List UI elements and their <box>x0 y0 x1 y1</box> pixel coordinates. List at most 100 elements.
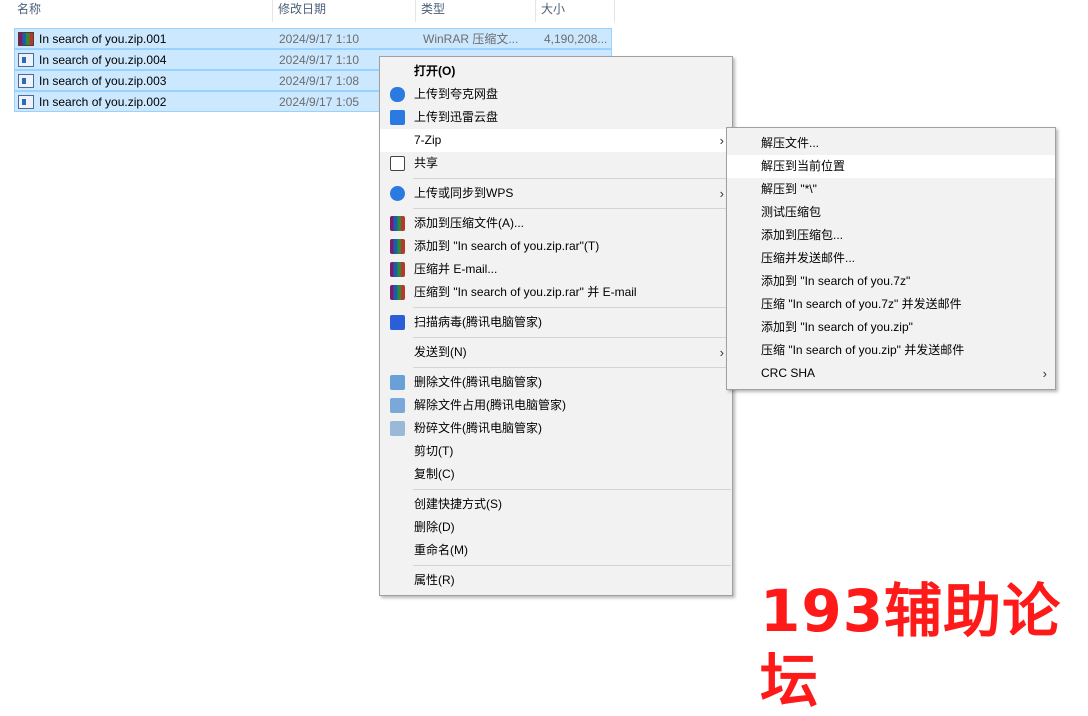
menu-label: 添加到 "In search of you.zip" <box>761 320 913 334</box>
menu-separator <box>413 307 731 308</box>
shred-file-icon <box>390 421 405 436</box>
column-divider[interactable] <box>535 0 536 22</box>
file-date: 2024/9/17 1:10 <box>279 53 360 67</box>
chevron-right-icon: › <box>719 345 724 360</box>
context-menu: 打开(O) 上传到夸克网盘 上传到迅雷云盘 7-Zip › 共享 上传或同步到W… <box>379 56 733 596</box>
menu-separator <box>413 565 731 566</box>
menu-label: 解除文件占用(腾讯电脑管家) <box>414 398 566 412</box>
menu-label: 共享 <box>414 156 439 170</box>
menu-item-delete-file-tx[interactable]: 删除文件(腾讯电脑管家) <box>380 371 732 394</box>
chevron-right-icon: › <box>719 186 724 201</box>
zip-part-icon <box>18 95 34 109</box>
column-date-modified[interactable]: 修改日期 <box>274 0 326 20</box>
column-divider[interactable] <box>415 0 416 22</box>
wps-cloud-icon <box>390 186 405 201</box>
column-type[interactable]: 类型 <box>417 0 445 20</box>
menu-item-7zip[interactable]: 7-Zip › <box>380 129 732 152</box>
menu-item-delete[interactable]: 删除(D) <box>380 516 732 539</box>
menu-item-extract-to[interactable]: 解压到 "*\" <box>727 178 1055 201</box>
menu-separator <box>413 208 731 209</box>
menu-item-open[interactable]: 打开(O) <box>380 60 732 83</box>
menu-label: 重命名(M) <box>414 543 468 557</box>
menu-item-compress-7z-email[interactable]: 压缩 "In search of you.7z" 并发送邮件 <box>727 293 1055 316</box>
submenu-7zip: 解压文件... 解压到当前位置 解压到 "*\" 测试压缩包 添加到压缩包...… <box>726 127 1056 390</box>
menu-item-scan-virus[interactable]: 扫描病毒(腾讯电脑管家) <box>380 311 732 334</box>
menu-item-extract-files[interactable]: 解压文件... <box>727 132 1055 155</box>
share-icon <box>390 156 405 171</box>
chevron-right-icon: › <box>719 133 724 148</box>
watermark: 193辅助论坛 <box>760 577 1062 715</box>
menu-separator <box>413 489 731 490</box>
file-name: In search of you.zip.001 <box>39 32 167 46</box>
menu-item-add-to-archive[interactable]: 添加到压缩包... <box>727 224 1055 247</box>
menu-item-crc-sha[interactable]: CRC SHA › <box>727 362 1055 385</box>
menu-item-wps-sync[interactable]: 上传或同步到WPS › <box>380 182 732 205</box>
menu-label: 属性(R) <box>414 573 455 587</box>
menu-item-upload-quark[interactable]: 上传到夸克网盘 <box>380 83 732 106</box>
menu-label: 打开(O) <box>414 64 456 78</box>
menu-label: 上传到夸克网盘 <box>414 87 499 101</box>
column-name[interactable]: 名称 <box>13 0 41 20</box>
menu-label: 压缩到 "In search of you.zip.rar" 并 E-mail <box>414 285 637 299</box>
menu-item-send-to[interactable]: 发送到(N) › <box>380 341 732 364</box>
column-header: 名称 修改日期 类型 大小 <box>0 0 620 22</box>
menu-item-compress-zip-email[interactable]: 压缩 "In search of you.zip" 并发送邮件 <box>727 339 1055 362</box>
menu-item-copy[interactable]: 复制(C) <box>380 463 732 486</box>
file-name: In search of you.zip.003 <box>39 74 167 88</box>
menu-label: 粉碎文件(腾讯电脑管家) <box>414 421 542 435</box>
menu-label: 删除文件(腾讯电脑管家) <box>414 375 542 389</box>
unlock-file-icon <box>390 398 405 413</box>
menu-label: CRC SHA <box>761 366 816 380</box>
winrar-icon <box>390 285 405 300</box>
menu-label: 删除(D) <box>414 520 455 534</box>
menu-label: 上传到迅雷云盘 <box>414 110 499 124</box>
column-divider[interactable] <box>272 0 273 22</box>
menu-label: 解压到 "*\" <box>761 182 817 196</box>
menu-label: 解压文件... <box>761 136 820 150</box>
menu-item-create-shortcut[interactable]: 创建快捷方式(S) <box>380 493 732 516</box>
file-size: 4,190,208... <box>544 32 608 46</box>
menu-item-add-to-rar[interactable]: 添加到 "In search of you.zip.rar"(T) <box>380 235 732 258</box>
chevron-right-icon: › <box>1042 366 1047 381</box>
menu-label: 添加到 "In search of you.zip.rar"(T) <box>414 239 600 253</box>
menu-label: 添加到压缩包... <box>761 228 844 242</box>
menu-item-unlock-file-tx[interactable]: 解除文件占用(腾讯电脑管家) <box>380 394 732 417</box>
menu-item-add-to-zip[interactable]: 添加到 "In search of you.zip" <box>727 316 1055 339</box>
zip-part-icon <box>18 74 34 88</box>
menu-item-rename[interactable]: 重命名(M) <box>380 539 732 562</box>
menu-label: 上传或同步到WPS <box>414 186 514 200</box>
menu-label: 压缩 "In search of you.zip" 并发送邮件 <box>761 343 965 357</box>
menu-item-shred-file-tx[interactable]: 粉碎文件(腾讯电脑管家) <box>380 417 732 440</box>
menu-label: 复制(C) <box>414 467 455 481</box>
menu-item-test-archive[interactable]: 测试压缩包 <box>727 201 1055 224</box>
menu-item-extract-here[interactable]: 解压到当前位置 <box>727 155 1055 178</box>
file-type: WinRAR 压缩文... <box>423 32 519 46</box>
menu-label: 发送到(N) <box>414 345 467 359</box>
menu-item-add-to-7z[interactable]: 添加到 "In search of you.7z" <box>727 270 1055 293</box>
file-row[interactable]: In search of you.zip.001 2024/9/17 1:10 … <box>14 28 612 49</box>
menu-item-upload-xunlei[interactable]: 上传到迅雷云盘 <box>380 106 732 129</box>
file-date: 2024/9/17 1:08 <box>279 74 360 88</box>
menu-item-compress-rar-email[interactable]: 压缩到 "In search of you.zip.rar" 并 E-mail <box>380 281 732 304</box>
menu-item-cut[interactable]: 剪切(T) <box>380 440 732 463</box>
menu-separator <box>413 337 731 338</box>
menu-label: 解压到当前位置 <box>761 159 846 173</box>
column-divider[interactable] <box>614 0 615 22</box>
menu-item-compress-email[interactable]: 压缩并 E-mail... <box>380 258 732 281</box>
menu-item-add-archive[interactable]: 添加到压缩文件(A)... <box>380 212 732 235</box>
shield-icon <box>390 315 405 330</box>
menu-item-compress-email[interactable]: 压缩并发送邮件... <box>727 247 1055 270</box>
menu-label: 剪切(T) <box>414 444 454 458</box>
zip-part-icon <box>18 53 34 67</box>
menu-item-properties[interactable]: 属性(R) <box>380 569 732 592</box>
file-name: In search of you.zip.002 <box>39 95 167 109</box>
column-size[interactable]: 大小 <box>537 0 565 20</box>
delete-file-icon <box>390 375 405 390</box>
file-date: 2024/9/17 1:10 <box>279 32 360 46</box>
menu-label: 扫描病毒(腾讯电脑管家) <box>414 315 542 329</box>
quark-cloud-icon <box>390 87 405 102</box>
menu-item-share[interactable]: 共享 <box>380 152 732 175</box>
menu-label: 压缩 "In search of you.7z" 并发送邮件 <box>761 297 962 311</box>
menu-label: 压缩并 E-mail... <box>414 262 498 276</box>
menu-label: 测试压缩包 <box>761 205 822 219</box>
